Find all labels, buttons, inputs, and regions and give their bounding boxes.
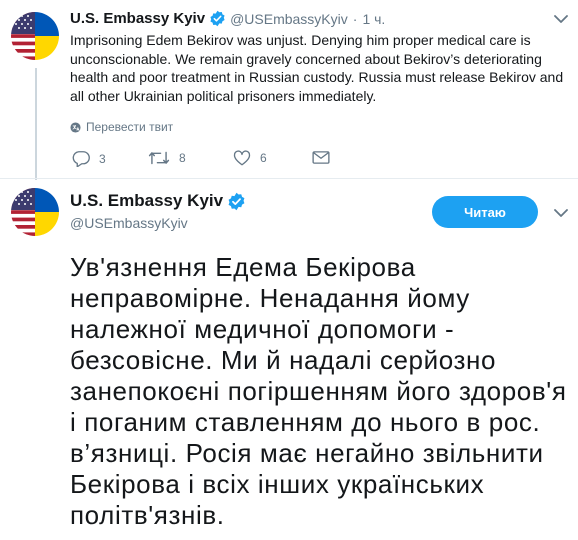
tweet-header: U.S. Embassy Kyiv @USEmbassyKyiv · 1 ч.: [70, 10, 385, 27]
direct-message-button[interactable]: [312, 150, 330, 165]
verified-icon: [228, 192, 245, 210]
reply-icon: [72, 151, 90, 167]
translate-label: Перевести твит: [86, 120, 174, 134]
translate-tweet-link[interactable]: Перевести твит: [70, 120, 173, 134]
display-name[interactable]: U.S. Embassy Kyiv: [70, 10, 205, 27]
avatar[interactable]: [11, 188, 59, 236]
verified-icon: [210, 10, 225, 27]
heart-icon: [233, 150, 251, 166]
flag-avatar-icon: [11, 12, 59, 60]
retweet-icon: [148, 151, 170, 165]
envelope-icon: [312, 151, 330, 164]
globe-icon: [70, 121, 81, 133]
user-handle[interactable]: @USEmbassyKyiv: [230, 11, 348, 27]
tweet-actions: 3 8 6: [70, 150, 340, 172]
tweet-text: Imprisoning Edem Bekirov was unjust. Den…: [70, 32, 564, 104]
display-name[interactable]: U.S. Embassy Kyiv: [70, 191, 223, 211]
tweet-divider: [0, 178, 578, 179]
retweet-count: 8: [179, 151, 186, 165]
following-button[interactable]: Читаю: [432, 196, 538, 228]
separator-dot: ·: [352, 10, 358, 27]
avatar[interactable]: [11, 12, 59, 60]
user-handle[interactable]: @USEmbassyKyiv: [70, 215, 188, 231]
timestamp[interactable]: 1 ч.: [362, 11, 385, 27]
chevron-down-icon[interactable]: [554, 208, 568, 218]
like-count: 6: [260, 151, 267, 165]
thread-connector-line: [35, 68, 37, 180]
like-button[interactable]: 6: [233, 150, 267, 166]
context-tweet[interactable]: U.S. Embassy Kyiv @USEmbassyKyiv · 1 ч. …: [0, 0, 578, 180]
reply-count: 3: [99, 151, 106, 166]
reply-button[interactable]: 3: [72, 150, 106, 167]
tweet-text: Ув'язнення Едема Бекірова неправомірне. …: [70, 252, 567, 530]
retweet-button[interactable]: 8: [148, 150, 186, 166]
tweet-author[interactable]: U.S. Embassy Kyiv: [70, 191, 250, 211]
chevron-down-icon[interactable]: [554, 14, 568, 24]
flag-avatar-icon: [11, 188, 59, 236]
